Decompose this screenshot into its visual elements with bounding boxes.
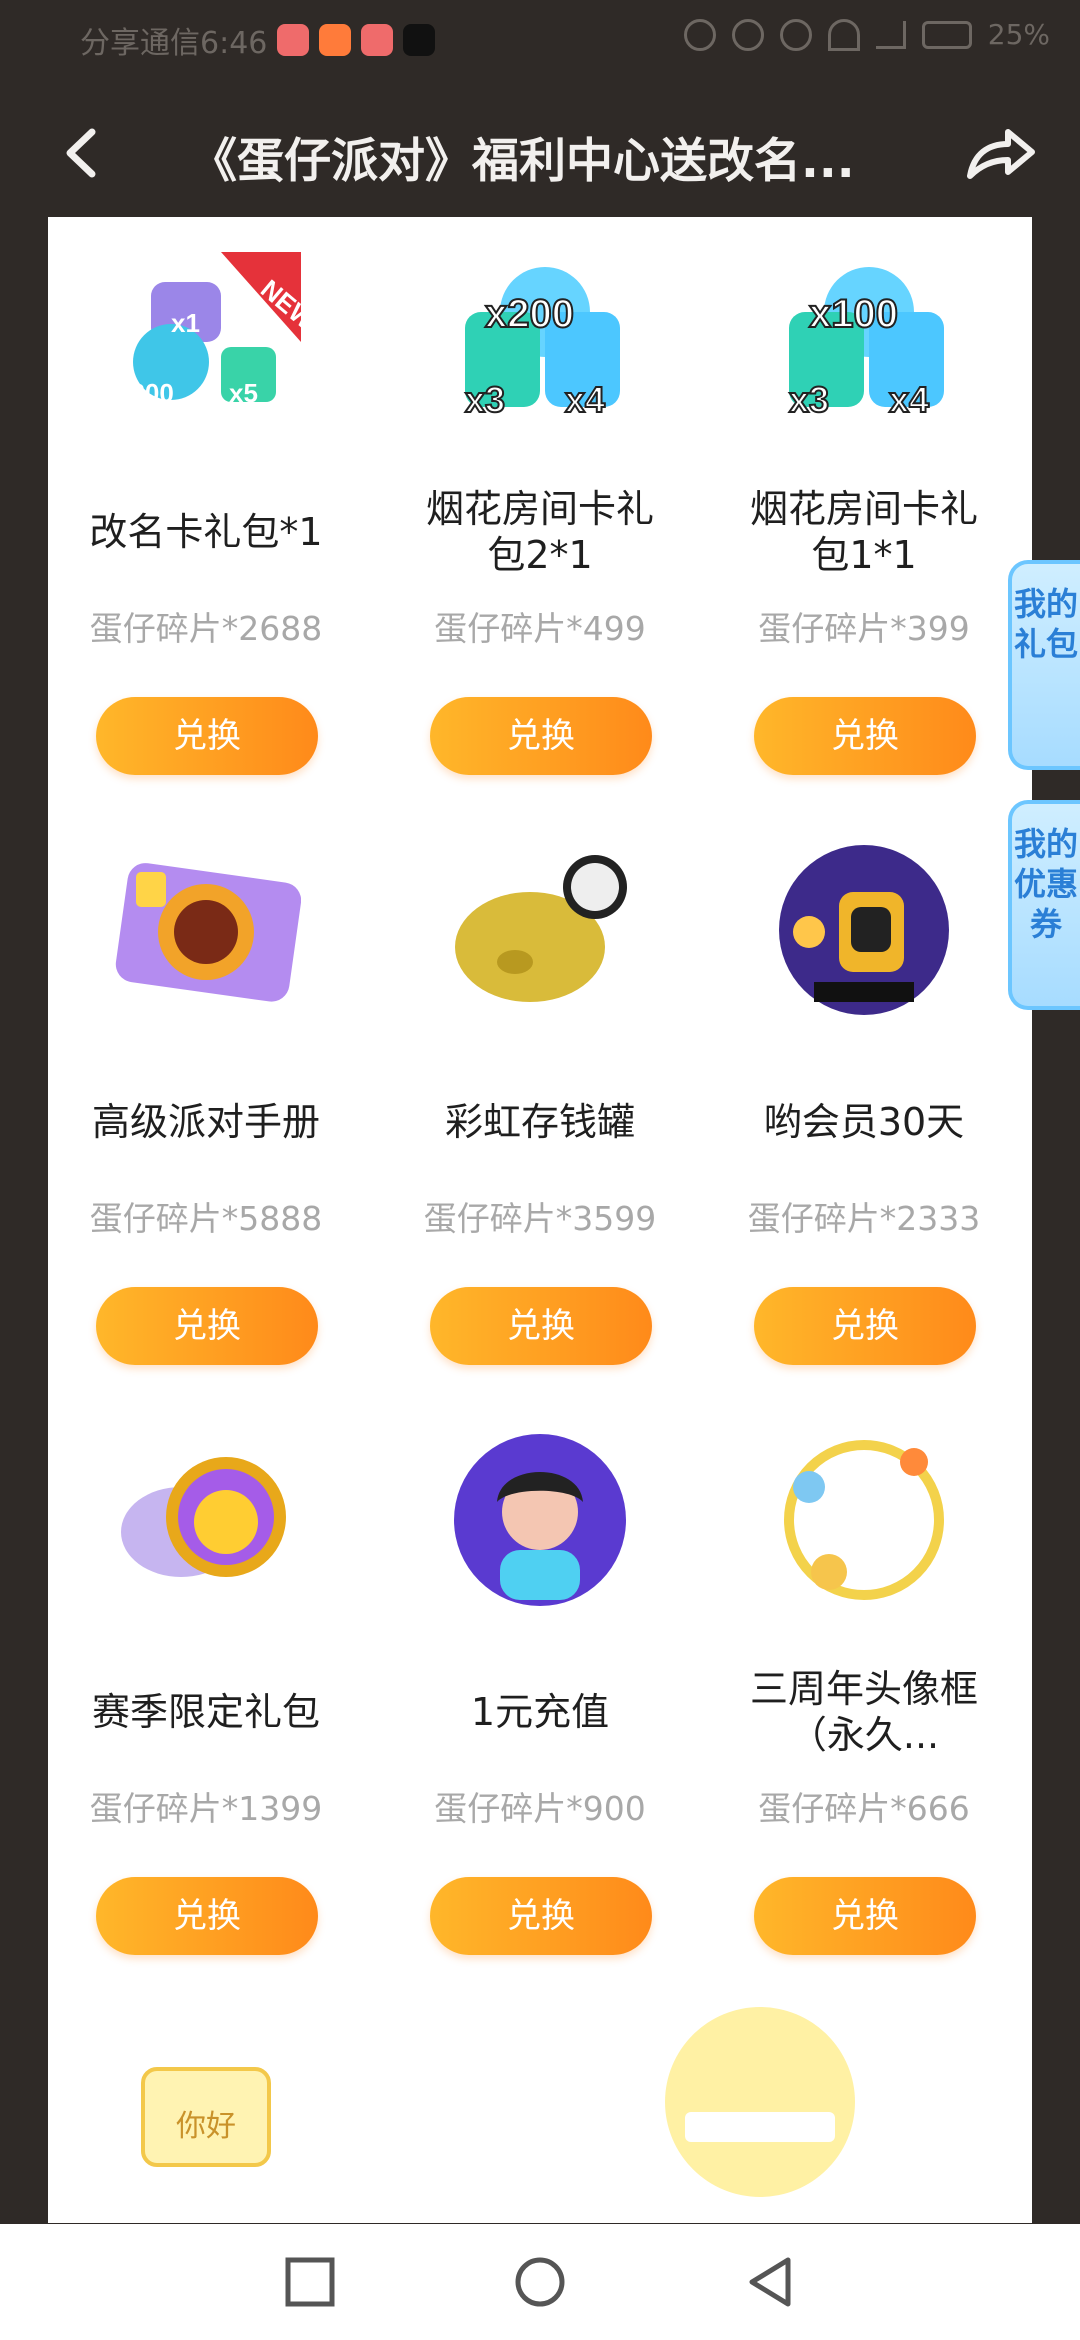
- piggy-bank-icon: [455, 855, 627, 1002]
- redeem-button[interactable]: 兑换: [754, 1287, 976, 1365]
- status-left: 分享通信6:46: [80, 18, 436, 62]
- greeting-card-text: 你好: [176, 2109, 236, 2144]
- redeem-button[interactable]: 兑换: [96, 1287, 318, 1365]
- recharge-icon: [454, 1434, 626, 1606]
- svg-text:x5: x5: [229, 378, 258, 408]
- redeem-button[interactable]: 兑换: [754, 1877, 976, 1955]
- rename-card-gift-icon: NEW x1 x200 x5: [116, 252, 301, 408]
- system-nav-bar: [0, 2224, 1080, 2340]
- item-price: 蛋仔碎片*666: [758, 1789, 970, 1828]
- anniversary-badge-icon: [665, 2007, 855, 2197]
- reward-content-panel: NEW x1 x200 x5 改名卡礼包*1 蛋仔碎片*2688 兑换 x200…: [48, 217, 1032, 2223]
- notification-app-icon: [319, 24, 352, 56]
- item-price: 蛋仔碎片*2688: [89, 609, 323, 648]
- status-carrier-time: 分享通信6:46: [80, 26, 268, 61]
- redeem-button[interactable]: 兑换: [96, 697, 318, 775]
- reward-item: 哟会员30天 蛋仔碎片*2333 兑换: [714, 817, 1014, 1377]
- reward-item: NEW x1 x200 x5 改名卡礼包*1 蛋仔碎片*2688 兑换: [56, 227, 356, 787]
- svg-text:x3: x3: [789, 379, 829, 420]
- item-title: 高级派对手册: [91, 1100, 320, 1144]
- redeem-button[interactable]: 兑换: [430, 1877, 652, 1955]
- redeem-button[interactable]: 兑换: [430, 1287, 652, 1365]
- item-title: 1元充值: [470, 1690, 610, 1734]
- reward-item: 高级派对手册 蛋仔碎片*5888 兑换: [56, 817, 356, 1377]
- notification-app-icon: [277, 24, 310, 56]
- my-coupons-tab[interactable]: 我的优惠券: [1008, 800, 1080, 1010]
- party-handbook-icon: [115, 863, 301, 1002]
- alarm-icon: [731, 18, 764, 51]
- mute-icon: [779, 18, 812, 51]
- reward-item: 赛季限定礼包 蛋仔碎片*1399 兑换: [56, 1407, 356, 1967]
- top-bar: 《蛋仔派对》福利中心送改名...: [0, 100, 1080, 210]
- recent-apps-icon[interactable]: [282, 2254, 338, 2310]
- svg-text:x3: x3: [465, 379, 505, 420]
- item-title: 改名卡礼包*1: [89, 510, 323, 554]
- fireworks-room-card-icon: x100 x3 x4: [788, 267, 944, 421]
- status-right: 25%: [683, 18, 1050, 51]
- item-price: 蛋仔碎片*900: [434, 1789, 646, 1828]
- redeem-button[interactable]: 兑换: [754, 697, 976, 775]
- fireworks-room-card-icon: x200 x3 x4: [464, 267, 620, 421]
- item-price: 蛋仔碎片*2333: [747, 1199, 981, 1238]
- back-icon[interactable]: [50, 118, 120, 188]
- my-gifts-tab[interactable]: 我的礼包: [1008, 560, 1080, 770]
- signal-icon: [875, 20, 906, 49]
- app-frame: 分享通信6:46 25% 《蛋仔派对》福利中心送改名... NEW x1 x20…: [0, 0, 1080, 2340]
- battery-icon: [921, 20, 972, 49]
- wifi-icon: [827, 18, 860, 51]
- item-price: 蛋仔碎片*1399: [89, 1789, 323, 1828]
- status-bar: 分享通信6:46 25%: [0, 0, 1080, 75]
- reward-item: 1元充值 蛋仔碎片*900 兑换: [390, 1407, 690, 1967]
- membership-icon: [779, 845, 949, 1015]
- redeem-button[interactable]: 兑换: [96, 1877, 318, 1955]
- notification-app-icon: [361, 24, 394, 56]
- page-title: 《蛋仔派对》福利中心送改名...: [190, 134, 855, 189]
- svg-text:x1: x1: [171, 308, 200, 338]
- avatar-frame-icon: [784, 1440, 944, 1600]
- nav-back-icon[interactable]: [742, 2254, 798, 2310]
- reward-item: 三周年头像框（永久... 蛋仔碎片*666 兑换: [714, 1407, 1014, 1967]
- item-title: 烟花房间卡礼包2*1: [425, 487, 654, 577]
- item-title: 彩虹存钱罐: [444, 1100, 635, 1144]
- item-price: 蛋仔碎片*3599: [423, 1199, 657, 1238]
- item-title: 三周年头像框（永久...: [749, 1667, 978, 1757]
- eye-icon: [683, 18, 716, 51]
- home-icon[interactable]: [512, 2254, 568, 2310]
- reward-item: x200 x3 x4 烟花房间卡礼包2*1 蛋仔碎片*499 兑换: [390, 227, 690, 787]
- svg-text:x200: x200: [116, 378, 174, 408]
- redeem-button[interactable]: 兑换: [430, 697, 652, 775]
- item-title: 烟花房间卡礼包1*1: [749, 487, 978, 577]
- notification-app-icon: [403, 24, 436, 56]
- item-price: 蛋仔碎片*499: [434, 609, 646, 648]
- svg-text:x4: x4: [565, 379, 605, 420]
- season-gift-icon: [121, 1457, 286, 1577]
- reward-item-partial: 你好: [56, 2017, 356, 2223]
- reward-item-partial: [610, 2007, 910, 2223]
- share-icon[interactable]: [960, 118, 1040, 188]
- item-title: 哟会员30天: [763, 1100, 965, 1144]
- item-price: 蛋仔碎片*399: [758, 609, 970, 648]
- reward-item: x100 x3 x4 烟花房间卡礼包1*1 蛋仔碎片*399 兑换: [714, 227, 1014, 787]
- item-price: 蛋仔碎片*5888: [89, 1199, 323, 1238]
- item-title: 赛季限定礼包: [91, 1690, 320, 1734]
- svg-text:x200: x200: [485, 292, 574, 336]
- svg-text:x100: x100: [809, 292, 898, 336]
- greeting-card-icon: 你好: [141, 2067, 271, 2167]
- svg-text:x4: x4: [889, 379, 929, 420]
- battery-level: 25%: [987, 18, 1050, 51]
- reward-item: 彩虹存钱罐 蛋仔碎片*3599 兑换: [390, 817, 690, 1377]
